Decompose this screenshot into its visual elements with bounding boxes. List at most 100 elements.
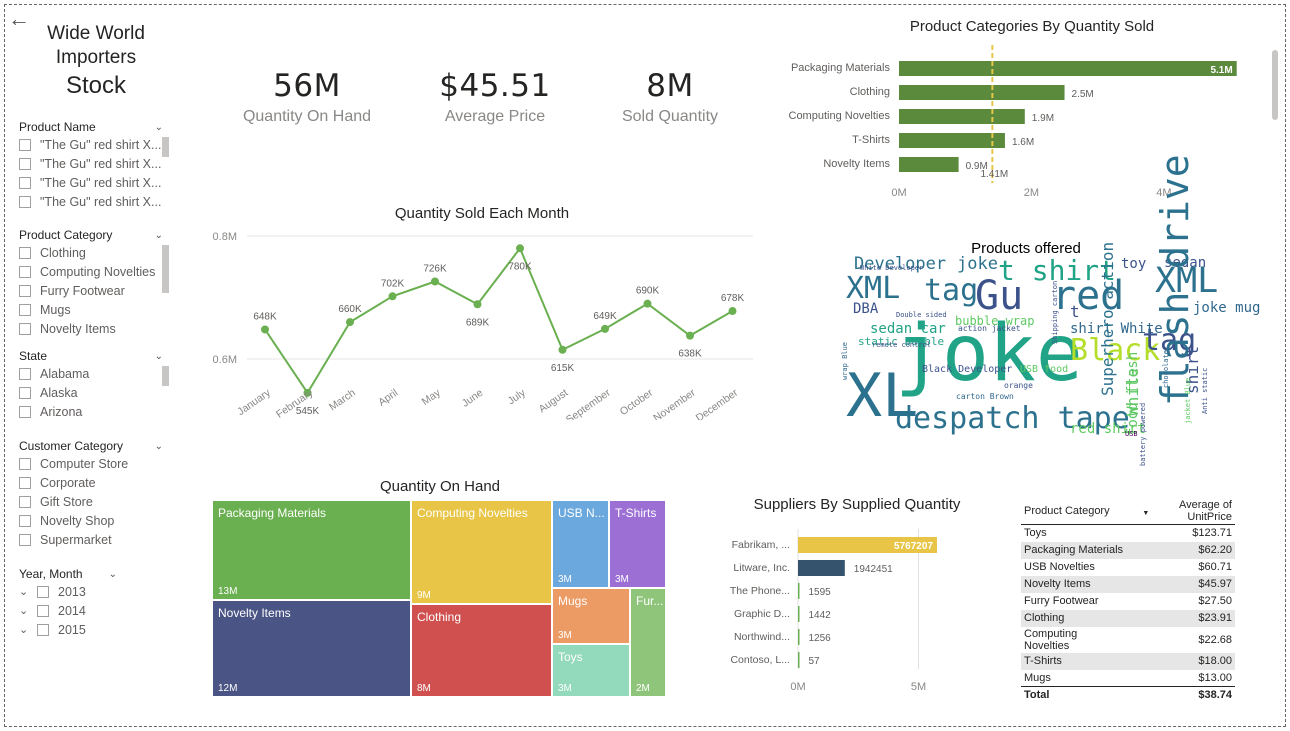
slicer-year-month[interactable]: Year, Month ⌄ ⌄ 2013 ⌄ 2014 ⌄ 2015: [19, 566, 123, 639]
table-row[interactable]: Novelty Items $45.97: [1021, 575, 1235, 593]
checkbox[interactable]: [19, 303, 31, 316]
word: wrap Blue: [841, 342, 849, 380]
word: White Developer: [860, 264, 924, 272]
slicer-item[interactable]: Arizona: [19, 402, 169, 421]
table-row[interactable]: Computing Novelties $22.68: [1021, 627, 1235, 653]
slicer-item[interactable]: Computing Novelties: [19, 262, 169, 281]
column-header[interactable]: Product Category: [1021, 498, 1128, 525]
checkbox[interactable]: [19, 157, 31, 170]
slicer-customer-category[interactable]: Customer Category ⌄ Computer Store Corpor…: [19, 438, 169, 549]
slicer-scrollbar[interactable]: [162, 366, 169, 386]
slicer-item[interactable]: Alabama: [19, 364, 169, 383]
slicer-item[interactable]: Novelty Shop: [19, 511, 169, 530]
slicer-item[interactable]: ⌄ 2013: [19, 582, 123, 601]
slicer-item[interactable]: ⌄ 2015: [19, 620, 123, 639]
treemap-tile[interactable]: Computing Novelties 9M: [412, 501, 551, 603]
checkbox[interactable]: [19, 176, 31, 189]
category-label: T-Shirts: [852, 134, 890, 146]
expand-chevron-icon[interactable]: ⌄: [19, 623, 37, 636]
slicer-product-category[interactable]: Product Category ⌄ Clothing Computing Nov…: [19, 227, 169, 338]
word: Anti static: [1201, 367, 1209, 414]
checkbox[interactable]: [19, 457, 31, 470]
slicer-item[interactable]: "The Gu" red shirt X...: [19, 154, 169, 173]
checkbox[interactable]: [19, 514, 31, 527]
treemap-tile[interactable]: Novelty Items 12M: [213, 601, 410, 696]
checkbox[interactable]: [37, 623, 49, 636]
slicer-item[interactable]: Furry Footwear: [19, 281, 169, 300]
word: USB food: [1020, 364, 1069, 375]
expand-chevron-icon[interactable]: ⌄: [19, 585, 37, 598]
word: remote control: [872, 341, 932, 349]
checkbox[interactable]: [19, 195, 31, 208]
checkbox[interactable]: [37, 604, 49, 617]
tile-label: Toys: [558, 650, 583, 664]
sort-desc-icon[interactable]: ▼: [1142, 510, 1149, 517]
slicer-item[interactable]: ⌄ 2014: [19, 601, 123, 620]
checkbox[interactable]: [19, 476, 31, 489]
slicer-item[interactable]: Mugs: [19, 300, 169, 319]
table-row[interactable]: Mugs $13.00: [1021, 670, 1235, 687]
word: carton Brown: [956, 392, 1014, 401]
slicer-item[interactable]: Corporate: [19, 473, 169, 492]
table-row[interactable]: T-Shirts $18.00: [1021, 652, 1235, 670]
checkbox[interactable]: [37, 585, 49, 598]
slicer-item[interactable]: "The Gu" red shirt X...: [19, 135, 169, 154]
chevron-down-icon[interactable]: ⌄: [155, 441, 163, 452]
checkbox[interactable]: [19, 367, 31, 380]
checkbox[interactable]: [19, 405, 31, 418]
treemap-tile[interactable]: T-Shirts 3M: [610, 501, 665, 587]
checkbox[interactable]: [19, 322, 31, 335]
cell-category: T-Shirts: [1024, 655, 1062, 667]
expand-chevron-icon[interactable]: ⌄: [19, 604, 37, 617]
data-label: 649K: [593, 311, 617, 322]
treemap-tile[interactable]: Mugs 3M: [553, 589, 629, 643]
data-point: [388, 292, 397, 301]
word: joke: [957, 254, 998, 274]
treemap-tile[interactable]: USB N... 3M: [553, 501, 608, 587]
data-label: 5.1M: [1210, 65, 1232, 76]
checkbox[interactable]: [19, 265, 31, 278]
chevron-down-icon[interactable]: ⌄: [109, 569, 117, 580]
table-row[interactable]: Toys $123.71: [1021, 525, 1235, 542]
data-point: [261, 325, 269, 334]
report-title: Wide World Importers Stock: [20, 22, 172, 102]
checkbox[interactable]: [19, 284, 31, 297]
slicer-state[interactable]: State ⌄ Alabama Alaska Arizona: [19, 348, 169, 421]
treemap-tile[interactable]: Toys 3M: [553, 645, 629, 696]
slicer-item[interactable]: "The Gu" red shirt X...: [19, 192, 169, 211]
checkbox[interactable]: [19, 246, 31, 259]
slicer-item[interactable]: "The Gu" red shirt X...: [19, 173, 169, 192]
slicer-item[interactable]: Computer Store: [19, 454, 169, 473]
table-row[interactable]: Packaging Materials $62.20: [1021, 541, 1235, 559]
checkbox[interactable]: [19, 386, 31, 399]
word: food flash: [1125, 351, 1141, 436]
tile-label: Novelty Items: [218, 606, 291, 620]
treemap-tile[interactable]: Packaging Materials 13M: [213, 501, 410, 599]
slicer-item[interactable]: Gift Store: [19, 492, 169, 511]
slicer-item[interactable]: Novelty Items: [19, 319, 169, 338]
slicer-item[interactable]: Supermarket: [19, 530, 169, 549]
chevron-down-icon[interactable]: ⌄: [155, 122, 163, 133]
checkbox[interactable]: [19, 138, 31, 151]
slicer-item[interactable]: Clothing: [19, 243, 169, 262]
slicer-product-name[interactable]: Product Name ⌄ "The Gu" red shirt X... "T…: [19, 119, 169, 211]
tile-label: Computing Novelties: [417, 506, 528, 520]
data-label: 1595: [809, 587, 832, 598]
chevron-down-icon[interactable]: ⌄: [155, 351, 163, 362]
slicer-scrollbar[interactable]: [162, 137, 169, 157]
total-label: Total: [1024, 689, 1050, 702]
slicer-item[interactable]: Alaska: [19, 383, 169, 402]
slicer-scrollbar[interactable]: [162, 245, 169, 293]
tile-label: Mugs: [558, 594, 588, 608]
table-row[interactable]: USB Novelties $60.71: [1021, 559, 1235, 576]
table-row[interactable]: Furry Footwear $27.50: [1021, 593, 1235, 610]
table-row[interactable]: Clothing $23.91: [1021, 609, 1235, 627]
treemap-tile[interactable]: Fur... 2M: [631, 589, 665, 696]
checkbox[interactable]: [19, 495, 31, 508]
column-header[interactable]: ▼ Average of UnitPrice: [1128, 498, 1235, 525]
data-label: 689K: [466, 317, 490, 328]
chevron-down-icon[interactable]: ⌄: [155, 230, 163, 241]
data-label: 1.6M: [1012, 137, 1034, 148]
checkbox[interactable]: [19, 533, 31, 546]
treemap-tile[interactable]: Clothing 8M: [412, 605, 551, 696]
